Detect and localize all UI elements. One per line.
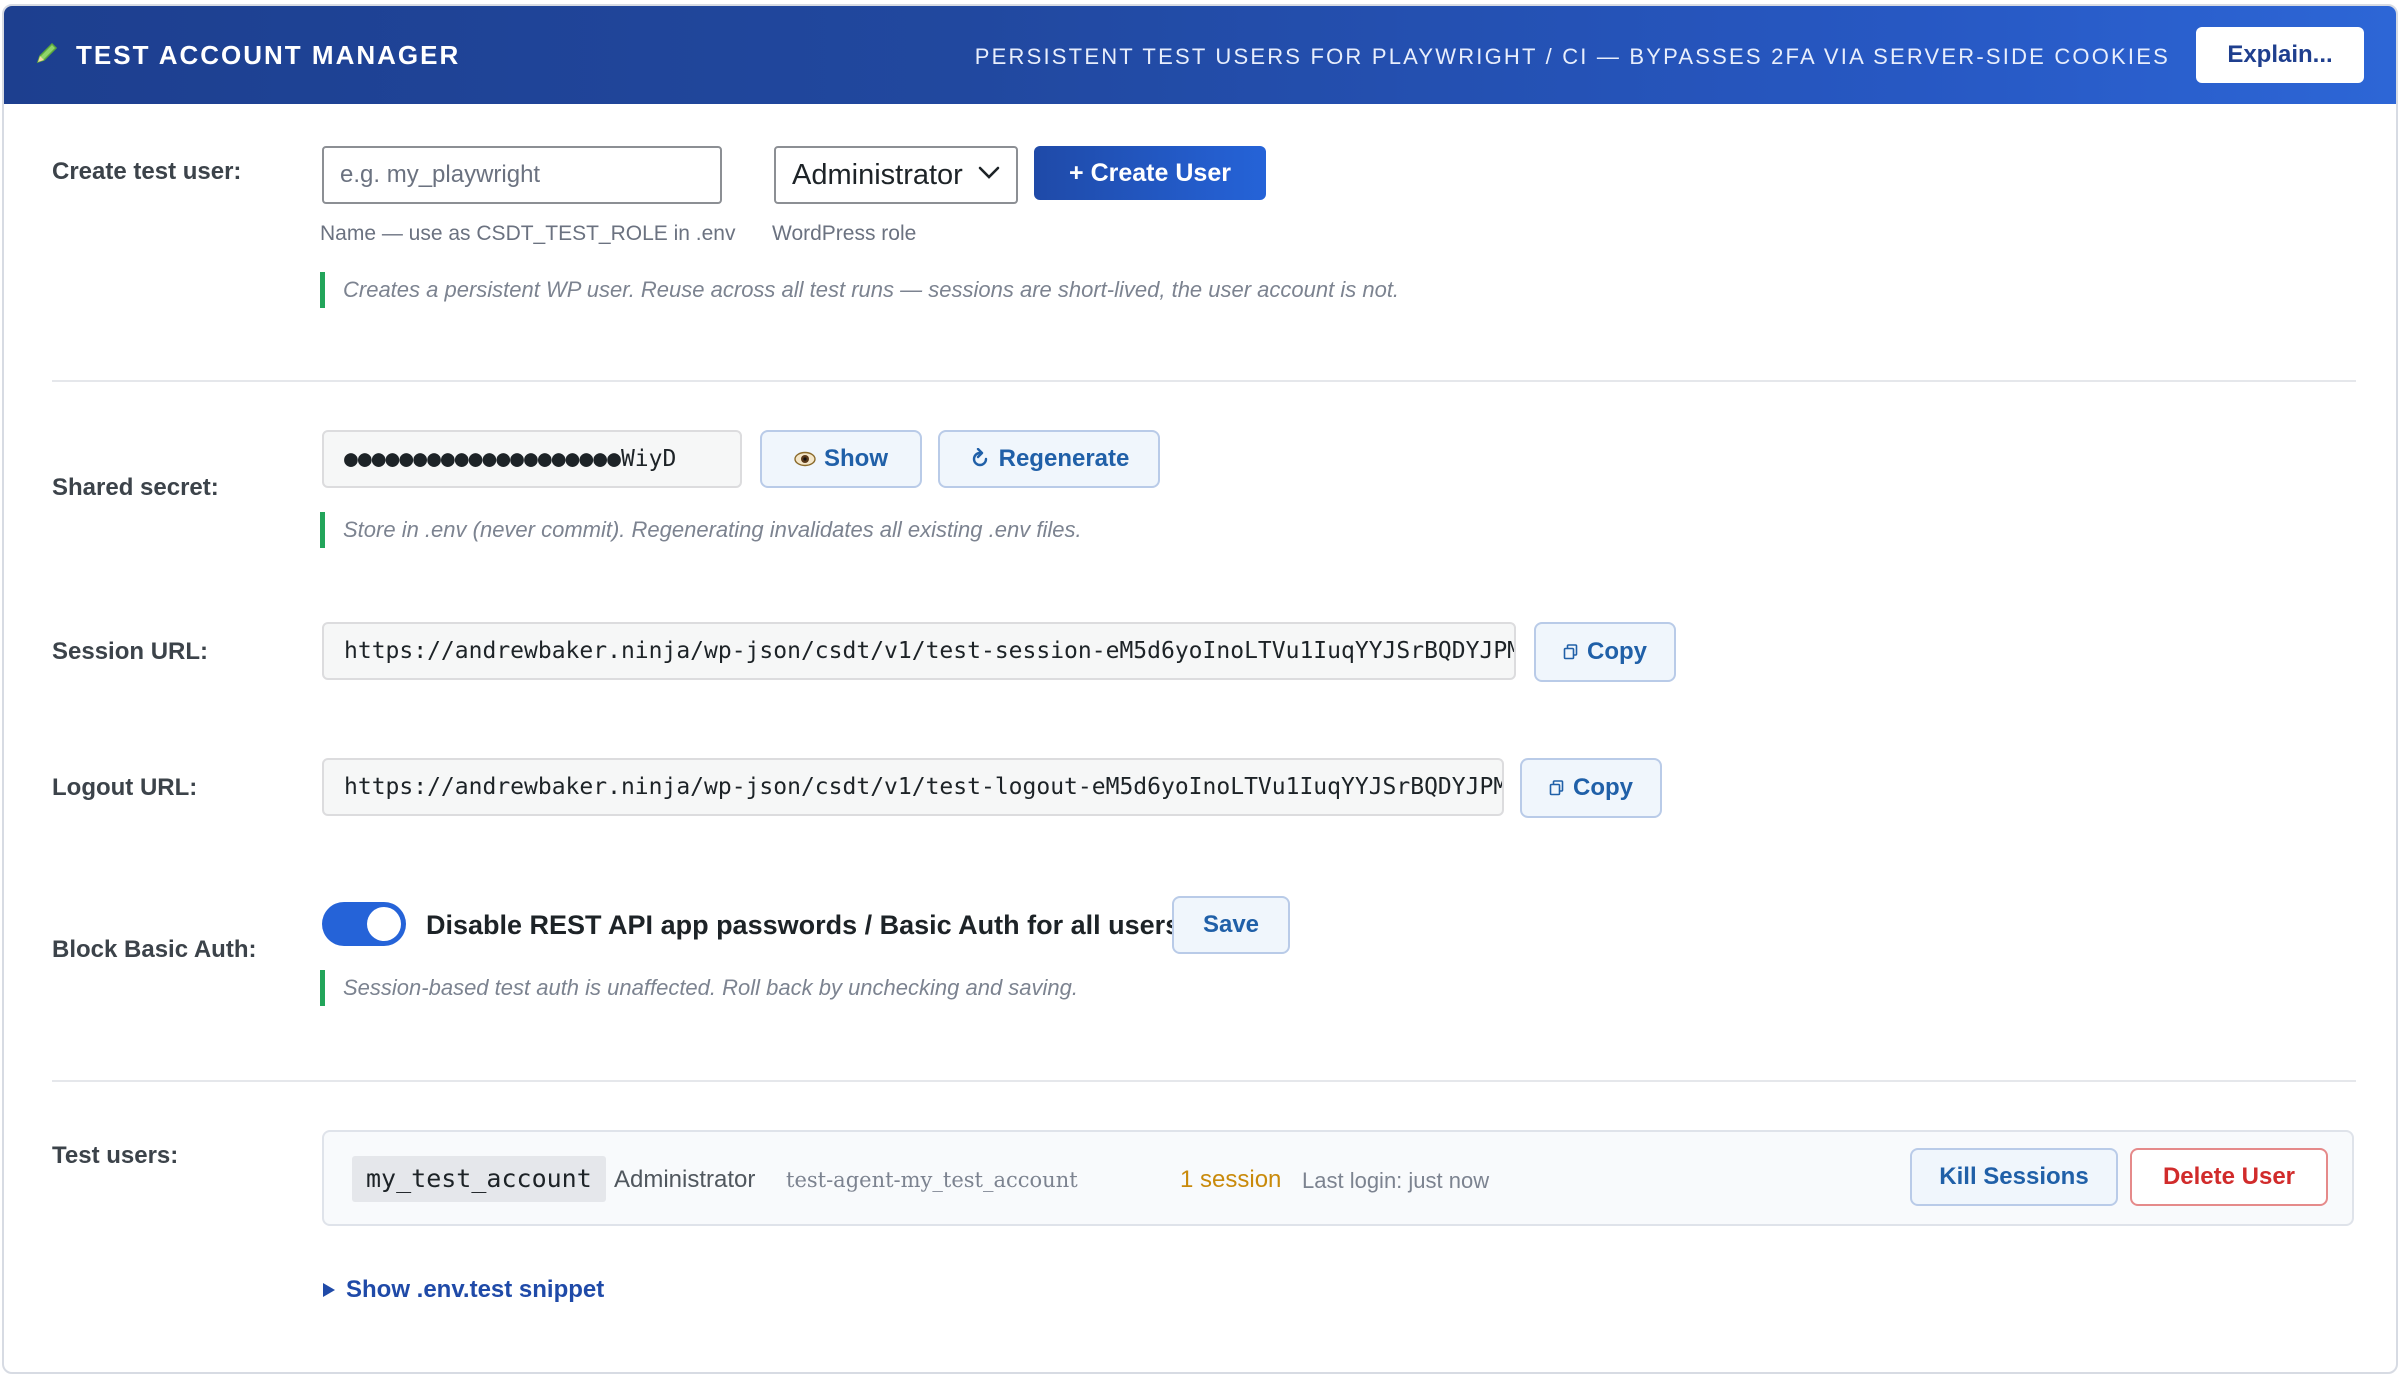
copy-icon	[1549, 780, 1564, 796]
kill-sessions-label: Kill Sessions	[1939, 1163, 2089, 1190]
test-account-manager-panel: TEST ACCOUNT MANAGER PERSISTENT TEST USE…	[2, 4, 2398, 1374]
section-divider	[52, 1080, 2356, 1082]
session-url-value: https://andrewbaker.ninja/wp-json/csdt/v…	[344, 638, 1516, 664]
save-button[interactable]: Save	[1172, 896, 1290, 954]
panel-title: TEST ACCOUNT MANAGER	[76, 40, 461, 70]
regenerate-secret-label: Regenerate	[998, 445, 1130, 472]
env-snippet-label: Show .env.test snippet	[346, 1276, 605, 1303]
logout-url-field[interactable]: https://andrewbaker.ninja/wp-json/csdt/v…	[322, 758, 1504, 816]
toggle-knob	[367, 907, 401, 941]
shared-secret-label: Shared secret:	[52, 474, 219, 501]
panel-header: TEST ACCOUNT MANAGER PERSISTENT TEST USE…	[4, 6, 2396, 104]
role-select-value: Administrator	[792, 158, 963, 191]
role-select[interactable]: Administrator	[774, 146, 1018, 204]
logout-url-value: https://andrewbaker.ninja/wp-json/csdt/v…	[344, 774, 1504, 800]
caret-right-icon	[323, 1283, 335, 1297]
copy-icon	[1563, 644, 1578, 660]
show-secret-button[interactable]: Show	[760, 430, 922, 488]
shared-secret-field[interactable]: ●●●●●●●●●●●●●●●●●●●●WiyD	[322, 430, 742, 488]
save-button-label: Save	[1202, 911, 1260, 938]
basic-auth-toggle[interactable]	[322, 902, 406, 946]
username-input[interactable]	[322, 146, 722, 204]
copy-session-url-label: Copy	[1587, 638, 1647, 665]
pencil-icon	[36, 42, 58, 64]
copy-logout-url-label: Copy	[1573, 774, 1633, 801]
regenerate-secret-button[interactable]: Regenerate	[938, 430, 1160, 488]
basic-auth-toggle-label: Disable REST API app passwords / Basic A…	[426, 910, 1181, 940]
test-users-label: Test users:	[52, 1142, 179, 1169]
copy-logout-url-button[interactable]: Copy	[1520, 758, 1662, 818]
test-user-name: my_test_account	[352, 1156, 606, 1202]
test-user-last-login: Last login: just now	[1302, 1168, 1490, 1193]
create-user-label: Create test user:	[52, 158, 242, 185]
show-secret-label: Show	[824, 445, 888, 472]
shared-secret-value: ●●●●●●●●●●●●●●●●●●●●WiyD	[344, 446, 677, 472]
kill-sessions-button[interactable]: Kill Sessions	[1910, 1148, 2118, 1206]
test-user-row: my_test_account Administrator test-agent…	[322, 1130, 2354, 1226]
test-user-role: Administrator	[614, 1166, 756, 1193]
eye-icon	[794, 451, 816, 467]
panel-subtitle: PERSISTENT TEST USERS FOR PLAYWRIGHT / C…	[974, 44, 2170, 69]
shared-secret-note: Store in .env (never commit). Regenerati…	[320, 512, 1082, 548]
basic-auth-note: Session-based test auth is unaffected. R…	[320, 970, 1078, 1006]
test-user-agent: test-agent-my_test_account	[786, 1168, 1078, 1192]
username-help: Name — use as CSDT_TEST_ROLE in .env	[320, 222, 736, 245]
env-snippet-toggle[interactable]: Show .env.test snippet	[322, 1276, 604, 1304]
create-user-note: Creates a persistent WP user. Reuse acro…	[320, 272, 1399, 308]
copy-session-url-button[interactable]: Copy	[1534, 622, 1676, 682]
delete-user-button[interactable]: Delete User	[2130, 1148, 2328, 1206]
role-help: WordPress role	[772, 222, 917, 245]
chevron-down-icon	[978, 166, 1000, 179]
session-url-label: Session URL:	[52, 638, 209, 665]
explain-button[interactable]: Explain...	[2196, 27, 2364, 83]
section-divider	[52, 380, 2356, 382]
logout-url-label: Logout URL:	[52, 774, 198, 801]
create-user-button[interactable]: + Create User	[1034, 146, 1266, 200]
block-basic-auth-label: Block Basic Auth:	[52, 936, 257, 963]
session-url-field[interactable]: https://andrewbaker.ninja/wp-json/csdt/v…	[322, 622, 1516, 680]
refresh-icon	[972, 448, 987, 467]
test-user-session-count: 1 session	[1180, 1166, 1282, 1193]
